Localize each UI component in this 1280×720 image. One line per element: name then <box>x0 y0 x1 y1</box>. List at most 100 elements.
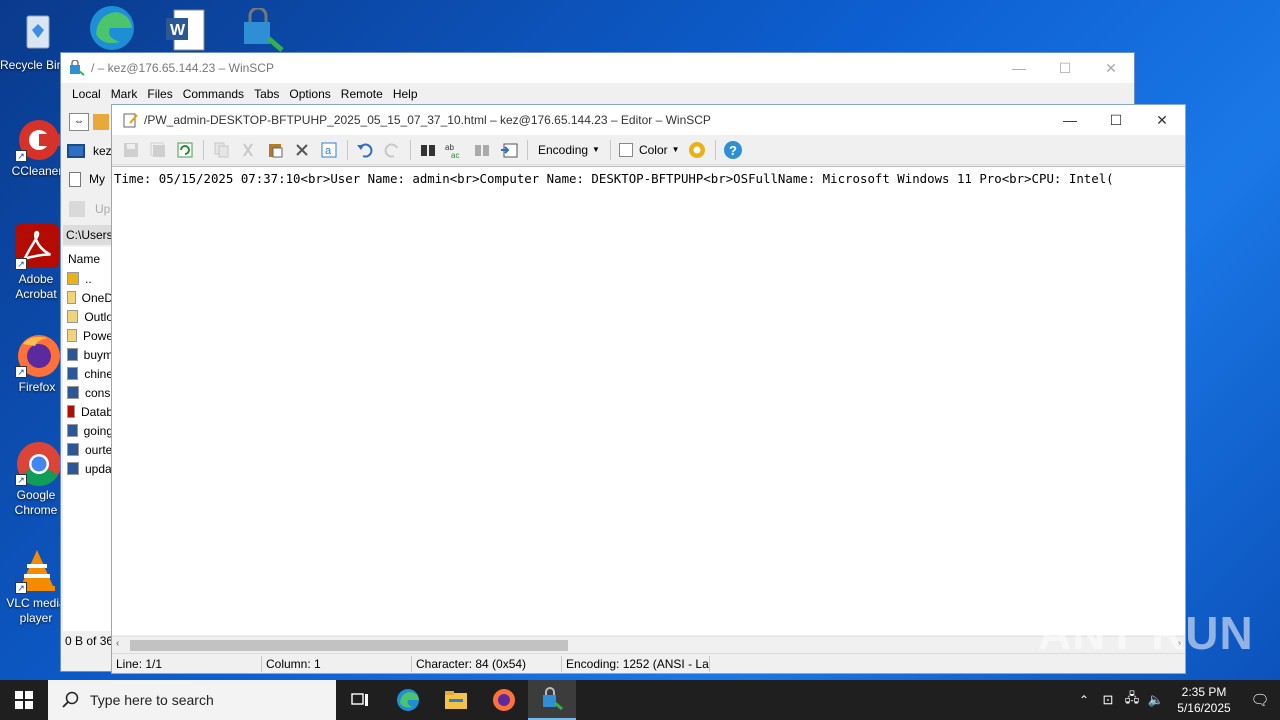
taskbar-edge[interactable] <box>384 680 432 720</box>
column-header-name[interactable]: Name <box>63 247 113 269</box>
upload-button[interactable]: Up <box>69 199 113 219</box>
editor-window-title: /PW_admin-DESKTOP-BFTPUHP_2025_05_15_07_… <box>144 113 711 127</box>
color-swatch <box>618 142 633 157</box>
scroll-left-icon[interactable]: ‹ <box>116 638 119 649</box>
desktop-icon-edge[interactable] <box>86 4 138 52</box>
close-button[interactable]: ✕ <box>1088 53 1134 83</box>
file-list-item[interactable]: Outlo <box>63 307 113 326</box>
file-list-item[interactable]: .. <box>63 269 113 288</box>
shortcut-arrow-icon: ↗ <box>15 258 27 270</box>
editor-maximize-button[interactable]: ☐ <box>1093 105 1139 135</box>
start-button[interactable] <box>0 680 48 720</box>
network-device-icon[interactable]: ⊡ <box>1096 692 1120 708</box>
chevron-up-icon[interactable]: ⌃ <box>1072 693 1096 707</box>
main-toolbar: ⇔ <box>61 107 113 137</box>
clock-time: 2:35 PM <box>1181 685 1227 699</box>
desktop-icon-winscp[interactable] <box>238 6 286 54</box>
menu-local[interactable]: Local <box>67 87 106 101</box>
copy-icon[interactable] <box>208 138 234 162</box>
redo-icon[interactable] <box>379 138 405 162</box>
local-path-bar[interactable]: C:\Users\ <box>63 225 113 245</box>
word-document-icon: W <box>166 9 205 51</box>
horizontal-scrollbar[interactable]: ‹ › <box>112 636 1185 653</box>
menu-help[interactable]: Help <box>388 87 423 101</box>
menu-mark[interactable]: Mark <box>106 87 143 101</box>
menu-remote[interactable]: Remote <box>336 87 388 101</box>
file-list-item[interactable]: chine <box>63 364 113 383</box>
status-character: Character: 84 (0x54) <box>412 655 562 672</box>
menu-files[interactable]: Files <box>142 87 177 101</box>
folder-icon[interactable] <box>93 114 109 130</box>
file-list-item[interactable]: ourte <box>63 440 113 459</box>
undo-icon[interactable] <box>352 138 378 162</box>
task-view-button[interactable] <box>336 680 384 720</box>
file-list-item[interactable]: OneD <box>63 288 113 307</box>
notification-icon[interactable]: 🗨 <box>1240 691 1280 709</box>
taskbar-firefox[interactable] <box>480 680 528 720</box>
svg-text:W: W <box>170 22 186 39</box>
menu-tabs[interactable]: Tabs <box>249 87 284 101</box>
shortcut-arrow-icon: ↗ <box>15 366 27 378</box>
file-name: Powe <box>82 328 113 343</box>
find-next-icon[interactable] <box>469 138 495 162</box>
maximize-button[interactable]: ☐ <box>1042 53 1088 83</box>
task-view-icon <box>351 693 368 706</box>
file-list-item[interactable]: Datab <box>63 402 113 421</box>
volume-icon[interactable]: 🔈 <box>1144 692 1168 708</box>
main-window-title: / – kez@176.65.144.23 – WinSCP <box>91 61 274 75</box>
editor-content[interactable]: Time: 05/15/2025 07:37:10<br>User Name: … <box>112 167 1185 190</box>
taskbar-file-explorer[interactable] <box>432 680 480 720</box>
editor-text-area[interactable]: Time: 05/15/2025 07:37:10<br>User Name: … <box>112 166 1185 635</box>
bookmark-label[interactable]: My <box>89 172 105 186</box>
reload-icon[interactable] <box>172 138 198 162</box>
editor-minimize-button[interactable]: — <box>1047 105 1093 135</box>
search-placeholder: Type here to search <box>90 692 214 708</box>
taskbar-search-box[interactable]: Type here to search <box>48 680 336 720</box>
select-all-icon[interactable]: a <box>316 138 342 162</box>
menu-commands[interactable]: Commands <box>178 87 249 101</box>
notepad-icon <box>122 112 138 128</box>
file-name: going <box>83 423 113 438</box>
cut-icon[interactable] <box>235 138 261 162</box>
scrollbar-thumb[interactable] <box>130 640 568 651</box>
desktop-icon-label: Google Chrome <box>14 488 58 517</box>
network-icon[interactable]: 🖧 <box>1120 689 1144 711</box>
file-list-item[interactable]: going <box>63 421 113 440</box>
folder-icon <box>445 691 467 709</box>
folder-icon <box>67 310 79 323</box>
session-tab[interactable]: kez <box>67 139 113 163</box>
paste-icon[interactable] <box>262 138 288 162</box>
taskbar-winscp[interactable] <box>528 680 576 720</box>
menu-options[interactable]: Options <box>284 87 335 101</box>
help-icon[interactable]: ? <box>720 138 746 162</box>
file-name: OneD <box>81 290 113 305</box>
replace-icon[interactable]: ab ac <box>442 138 468 162</box>
delete-icon[interactable] <box>289 138 315 162</box>
save-icon[interactable] <box>118 138 144 162</box>
desktop-icon-word-document[interactable]: W <box>164 8 206 52</box>
ccleaner-icon: ↗ <box>13 114 61 162</box>
file-name: upda <box>85 461 112 476</box>
preferences-gear-icon[interactable] <box>684 138 710 162</box>
save-all-icon[interactable] <box>145 138 171 162</box>
upload-icon <box>69 201 85 217</box>
find-icon[interactable] <box>415 138 441 162</box>
clock-date: 5/16/2025 <box>1177 701 1231 715</box>
file-list-item[interactable]: consi <box>63 383 113 402</box>
clock[interactable]: 2:35 PM 5/16/2025 <box>1168 684 1240 716</box>
editor-title-bar[interactable]: /PW_admin-DESKTOP-BFTPUHP_2025_05_15_07_… <box>112 105 1185 135</box>
synchronize-icon[interactable]: ⇔ <box>69 113 89 131</box>
file-icon <box>67 424 78 437</box>
file-name: chine <box>84 366 113 381</box>
file-list-item[interactable]: buym <box>63 345 113 364</box>
file-icon <box>67 443 79 456</box>
editor-close-button[interactable]: ✕ <box>1139 105 1185 135</box>
color-dropdown[interactable]: Color ▼ <box>615 142 684 157</box>
goto-line-icon[interactable] <box>496 138 522 162</box>
status-column: Column: 1 <box>262 655 412 672</box>
minimize-button[interactable]: — <box>996 53 1042 83</box>
file-list-item[interactable]: Powe <box>63 326 113 345</box>
main-title-bar[interactable]: / – kez@176.65.144.23 – WinSCP — ☐ ✕ <box>61 53 1134 83</box>
file-list-item[interactable]: upda <box>63 459 113 478</box>
encoding-dropdown[interactable]: Encoding ▼ <box>532 143 606 157</box>
